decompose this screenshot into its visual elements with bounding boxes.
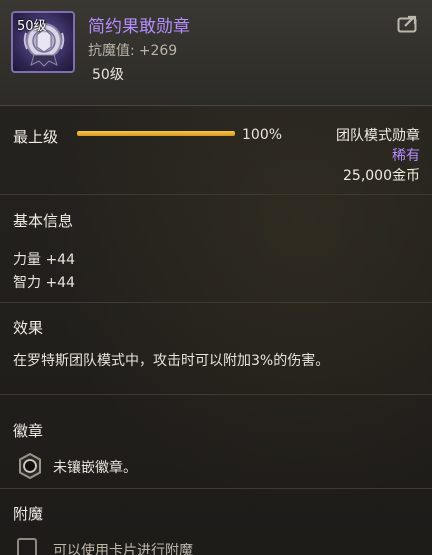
upgrade-percent: 100%	[242, 127, 283, 143]
enchant-title: 附魔	[13, 505, 44, 523]
item-icon-frame: 50级	[11, 11, 75, 73]
divider	[0, 488, 432, 489]
required-level: 50级	[92, 67, 124, 83]
emblem-slot-text: 未镶嵌徽章。	[53, 460, 137, 476]
emblem-title: 徽章	[13, 422, 44, 440]
stat-strength: 力量 +44	[13, 252, 75, 268]
item-price: 25,000金币	[343, 168, 420, 184]
basic-info-title: 基本信息	[13, 212, 74, 230]
effect-description: 在罗特斯团队模式中，攻击时可以附加3%的伤害。	[13, 353, 330, 369]
enchant-text: 可以使用卡片进行附魔	[53, 543, 193, 555]
divider	[0, 394, 432, 395]
tooltip-header: 50级 简约果敢勋章 抗魔值: +269 50级	[0, 0, 432, 106]
item-main-stat: 抗魔值: +269	[88, 40, 177, 60]
item-name: 简约果敢勋章	[88, 17, 190, 37]
divider	[0, 302, 432, 303]
emblem-socket-icon	[19, 453, 41, 479]
share-icon[interactable]	[397, 14, 419, 34]
main-stat-value: +269	[138, 43, 178, 59]
divider	[0, 194, 432, 195]
item-level-badge: 50级	[17, 19, 47, 34]
upgrade-label: 最上级	[13, 128, 59, 146]
item-type: 团队模式勋章	[336, 128, 420, 144]
main-stat-label: 抗魔值:	[88, 43, 135, 59]
upgrade-progress-fill	[77, 131, 235, 136]
item-rarity: 稀有	[392, 148, 420, 164]
stat-intelligence: 智力 +44	[13, 275, 75, 291]
upgrade-progress-bar	[77, 131, 235, 136]
enchant-slot-icon	[17, 538, 37, 555]
item-tooltip: 50级 简约果敢勋章 抗魔值: +269 50级 最上级 100% 团队模式勋章 …	[0, 0, 432, 555]
effect-title: 效果	[13, 319, 44, 337]
